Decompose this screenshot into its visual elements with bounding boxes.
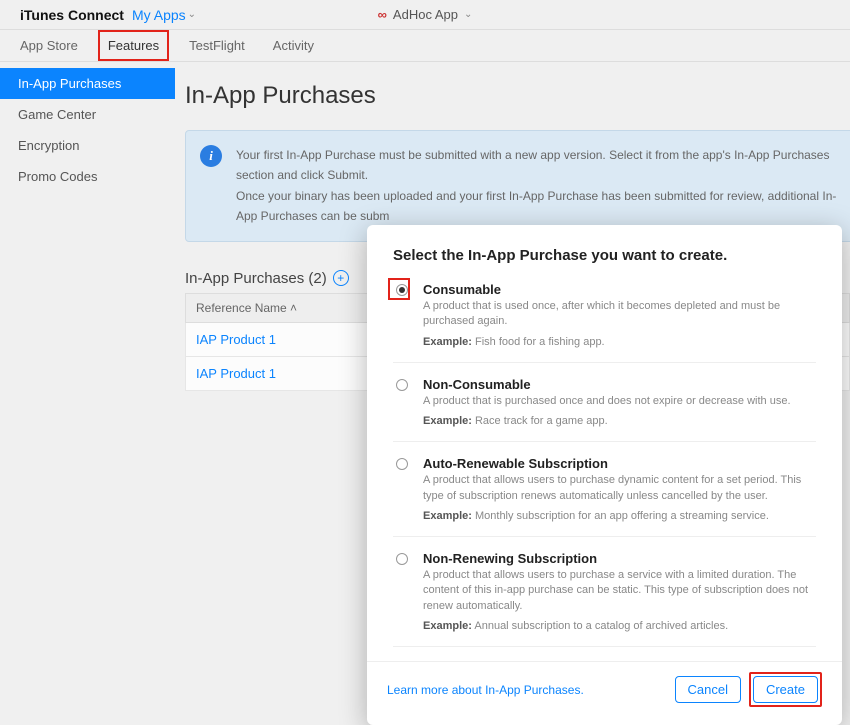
app-selector-dropdown[interactable]: ∞ AdHoc App ⌄ xyxy=(378,7,473,22)
option-auto-renewable[interactable]: Auto-Renewable Subscription A product th… xyxy=(393,456,816,537)
option-desc: A product that allows users to purchase … xyxy=(423,568,816,614)
modal-heading: Select the In-App Purchase you want to c… xyxy=(393,247,816,264)
learn-more-link[interactable]: Learn more about In-App Purchases. xyxy=(387,683,584,697)
create-iap-modal: Select the In-App Purchase you want to c… xyxy=(367,225,842,725)
sidebar-item-game-center[interactable]: Game Center xyxy=(0,99,175,130)
top-bar: iTunes Connect My Apps ⌄ ∞ AdHoc App ⌄ xyxy=(0,0,850,30)
info-line-2: Once your binary has been uploaded and y… xyxy=(236,186,850,227)
tab-testflight[interactable]: TestFlight xyxy=(189,38,245,53)
info-icon: i xyxy=(200,145,222,167)
info-line-1: Your first In-App Purchase must be submi… xyxy=(236,145,850,186)
option-non-consumable[interactable]: Non-Consumable A product that is purchas… xyxy=(393,377,816,442)
option-title: Non-Consumable xyxy=(423,377,816,392)
create-button[interactable]: Create xyxy=(753,676,818,703)
my-apps-label: My Apps xyxy=(132,7,186,23)
iap-list-heading: In-App Purchases (2) xyxy=(185,270,327,287)
radio-auto-renewable[interactable] xyxy=(396,458,408,470)
option-title: Non-Renewing Subscription xyxy=(423,551,816,566)
app-selector-label: AdHoc App xyxy=(393,7,458,22)
option-desc: A product that is used once, after which… xyxy=(423,299,816,330)
chevron-down-icon: ⌄ xyxy=(188,9,196,20)
tab-activity[interactable]: Activity xyxy=(273,38,314,53)
page-title: In-App Purchases xyxy=(185,82,850,110)
cancel-button[interactable]: Cancel xyxy=(675,676,741,703)
option-example: Example: Monthly subscription for an app… xyxy=(423,510,816,522)
highlight-box: Create xyxy=(749,672,822,707)
option-title: Consumable xyxy=(423,282,816,297)
sidebar-item-encryption[interactable]: Encryption xyxy=(0,130,175,161)
highlight-box xyxy=(388,278,410,300)
tab-features[interactable]: Features xyxy=(98,30,169,61)
option-non-renewing[interactable]: Non-Renewing Subscription A product that… xyxy=(393,551,816,647)
option-desc: A product that is purchased once and doe… xyxy=(423,394,816,409)
chevron-down-icon: ⌄ xyxy=(464,9,472,20)
my-apps-dropdown[interactable]: My Apps ⌄ xyxy=(132,7,196,23)
option-example: Example: Annual subscription to a catalo… xyxy=(423,620,816,632)
option-example: Example: Fish food for a fishing app. xyxy=(423,336,816,348)
modal-footer: Learn more about In-App Purchases. Cance… xyxy=(367,661,842,711)
brand-title: iTunes Connect xyxy=(20,7,124,23)
option-example: Example: Race track for a game app. xyxy=(423,415,816,427)
sidebar-item-iap[interactable]: In-App Purchases xyxy=(0,68,175,99)
option-desc: A product that allows users to purchase … xyxy=(423,473,816,504)
radio-non-consumable[interactable] xyxy=(396,379,408,391)
sidebar-item-promo-codes[interactable]: Promo Codes xyxy=(0,161,175,192)
main-tabs: App Store Features TestFlight Activity xyxy=(0,30,850,62)
tab-app-store[interactable]: App Store xyxy=(20,38,78,53)
option-consumable[interactable]: Consumable A product that is used once, … xyxy=(393,282,816,363)
add-iap-button[interactable]: + xyxy=(333,270,349,286)
radio-non-renewing[interactable] xyxy=(396,553,408,565)
sidebar: In-App Purchases Game Center Encryption … xyxy=(0,62,175,623)
option-title: Auto-Renewable Subscription xyxy=(423,456,816,471)
link-icon: ∞ xyxy=(378,7,387,22)
